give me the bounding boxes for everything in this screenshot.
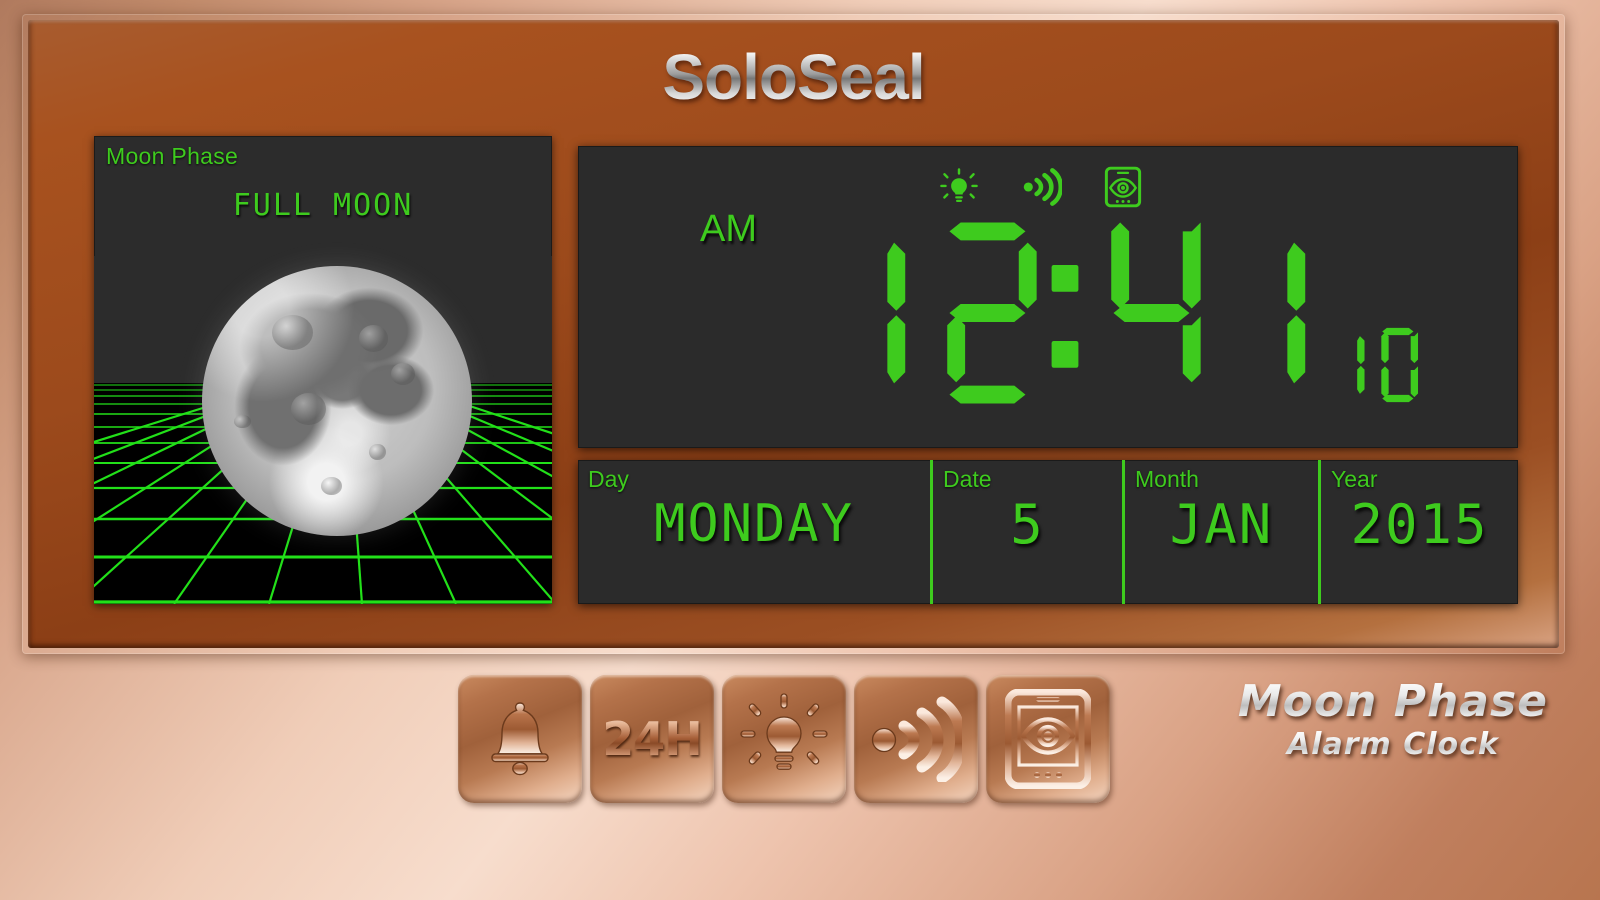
brightness-button[interactable] bbox=[722, 675, 846, 803]
display-eye-icon[interactable] bbox=[1102, 166, 1144, 208]
moon-phase-label: Moon Phase bbox=[106, 143, 239, 169]
meridiem-indicator: AM bbox=[700, 208, 757, 250]
seconds-digit-ones bbox=[1381, 327, 1419, 403]
moon-phase-value: FULL MOON bbox=[232, 188, 414, 223]
product-logo-line2: Alarm Clock bbox=[1238, 730, 1548, 760]
year-label: Year bbox=[1331, 466, 1378, 492]
hour-digit-tens bbox=[887, 242, 906, 384]
date-cell-day[interactable]: Day MONDAY bbox=[578, 460, 930, 604]
minute-digit-ones bbox=[1287, 242, 1306, 384]
product-logo: Moon Phase Alarm Clock bbox=[1238, 680, 1548, 760]
minute-digit-tens bbox=[1111, 222, 1201, 383]
status-icon-row bbox=[938, 166, 1144, 208]
sound-wave-icon bbox=[871, 696, 962, 782]
24h-icon: 24H bbox=[602, 712, 703, 766]
day-value: MONDAY bbox=[654, 494, 854, 554]
moon-phase-panel[interactable]: Moon Phase FULL MOON bbox=[94, 136, 552, 604]
date-value: 5 bbox=[1010, 493, 1045, 556]
bulb-icon bbox=[740, 693, 828, 770]
toolbar: 24H bbox=[458, 675, 1110, 803]
date-cell-year[interactable]: Year 2015 bbox=[1318, 460, 1518, 604]
month-label: Month bbox=[1135, 466, 1199, 492]
year-value: 2015 bbox=[1350, 493, 1489, 556]
moon-crater bbox=[369, 444, 386, 461]
date-cell-date[interactable]: Date 5 bbox=[930, 460, 1122, 604]
sound-button[interactable] bbox=[854, 675, 978, 803]
display-button[interactable] bbox=[986, 675, 1110, 803]
bell-icon bbox=[491, 702, 549, 776]
time-readout bbox=[806, 218, 1420, 408]
moon-scene bbox=[94, 256, 552, 604]
product-logo-line1: Moon Phase bbox=[1237, 676, 1548, 727]
day-label: Day bbox=[588, 466, 629, 492]
month-value: JAN bbox=[1169, 493, 1274, 556]
app-title: SoloSeal bbox=[22, 40, 1565, 114]
clock-frame: SoloSeal Moon Phase FULL MOON AM Day MON… bbox=[22, 14, 1565, 654]
moon-crater bbox=[272, 314, 313, 350]
screen-eye-icon bbox=[1005, 689, 1091, 789]
time-format-button[interactable]: 24H bbox=[590, 675, 714, 803]
brightness-icon[interactable] bbox=[938, 166, 980, 208]
seconds-digit-tens bbox=[1357, 336, 1365, 394]
moon-crater bbox=[291, 392, 327, 426]
date-cell-month[interactable]: Month JAN bbox=[1122, 460, 1318, 604]
date-label: Date bbox=[943, 466, 992, 492]
sound-icon[interactable] bbox=[1020, 166, 1062, 208]
date-display-panel[interactable]: Day MONDAY Date 5 Month JAN Year 2015 bbox=[578, 460, 1518, 604]
alarm-button[interactable] bbox=[458, 675, 582, 803]
hour-digit-ones bbox=[947, 222, 1037, 404]
moon-disc bbox=[202, 266, 472, 536]
time-display-panel[interactable]: AM bbox=[578, 146, 1518, 448]
moon-crater bbox=[234, 414, 251, 428]
time-colon bbox=[1051, 264, 1079, 368]
moon-crater bbox=[358, 325, 389, 353]
moon-crater bbox=[391, 363, 416, 385]
moon-crater bbox=[320, 476, 343, 496]
